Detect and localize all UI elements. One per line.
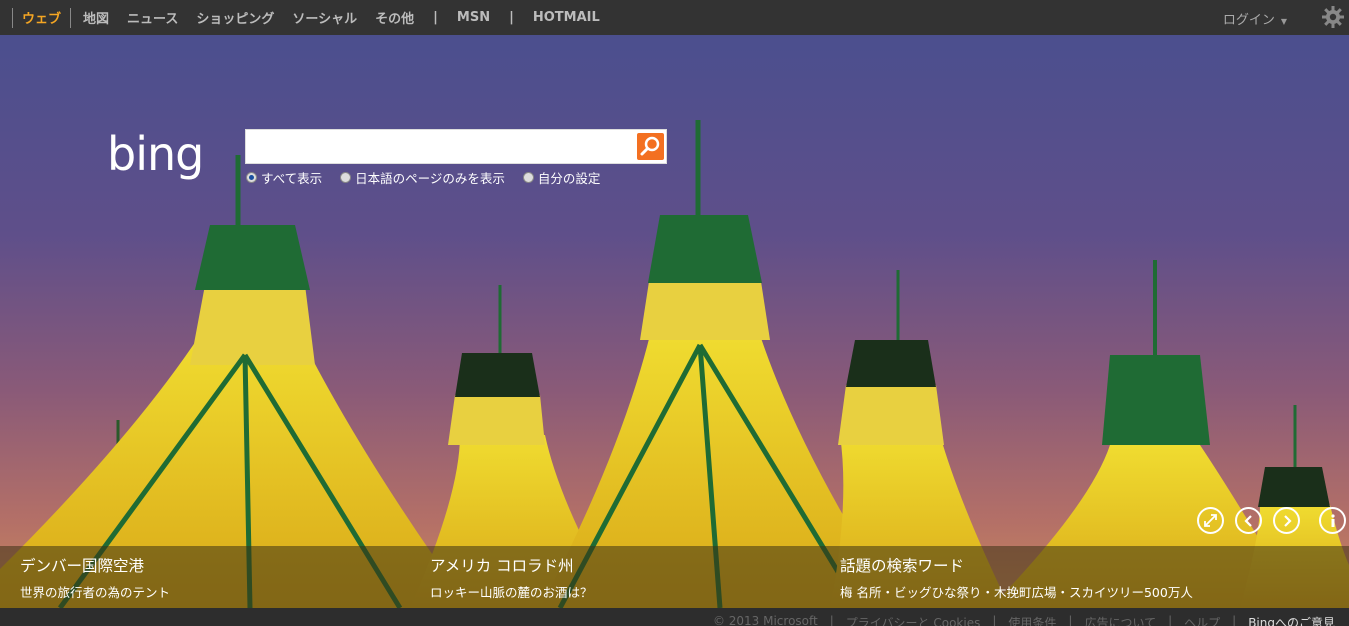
nav-hotmail[interactable]: HOTMAIL [524, 10, 609, 25]
footer-divider: | [992, 614, 997, 626]
caption-subtitle: 世界の旅行者の為のテント [20, 585, 171, 600]
footer-divider: | [829, 614, 834, 626]
copyright-text: © 2013 Microsoft [712, 614, 818, 626]
feedback-link[interactable]: Bingへのご意見 [1248, 614, 1335, 626]
radio[interactable] [340, 172, 352, 183]
option-all[interactable]: すべて表示 [246, 168, 322, 187]
caption-2[interactable]: アメリカ コロラド州 ロッキー山脈の麓のお酒は？ [430, 554, 593, 601]
caption-title: デンバー国際空港 [20, 557, 145, 575]
login-link[interactable]: ログイン ▼ [1223, 9, 1287, 28]
chevron-left-icon[interactable] [1235, 507, 1262, 534]
nav-news[interactable]: ニュース [118, 8, 187, 27]
option-my-settings[interactable]: 自分の設定 [522, 168, 601, 187]
nav-shopping[interactable]: ショッピング [187, 8, 283, 27]
caption-3[interactable]: 話題の検索ワード 梅 名所・ビッグひな祭り・木挽町広場・スカイツリー500万人 [840, 554, 1193, 601]
radio[interactable] [522, 172, 534, 183]
terms-link[interactable]: 使用条件 [1008, 614, 1056, 626]
search-scope-options: すべて表示 日本語のページのみを表示 自分の設定 [246, 168, 600, 187]
nav-web[interactable]: ウェブ [13, 8, 70, 27]
caption-subtitle: 梅 名所・ビッグひな祭り・木挽町広場・スカイツリー500万人 [840, 585, 1193, 600]
advertise-link[interactable]: 広告について [1084, 614, 1156, 626]
nav-msn[interactable]: MSN [448, 10, 499, 25]
expand-icon[interactable] [1197, 507, 1224, 534]
footer-divider: | [1168, 614, 1173, 626]
caption-title: アメリカ コロラド州 [430, 557, 574, 575]
nav-more[interactable]: その他 [366, 8, 423, 27]
option-label: 自分の設定 [537, 171, 601, 186]
caret-down-icon: ▼ [1280, 17, 1287, 26]
footer-divider: | [1068, 614, 1073, 626]
radio-selected[interactable] [246, 172, 257, 183]
search-icon [640, 136, 660, 156]
caption-band: デンバー国際空港 世界の旅行者の為のテント アメリカ コロラド州 ロッキー山脈の… [0, 546, 1349, 608]
option-japanese-only[interactable]: 日本語のページのみを表示 [340, 168, 505, 187]
caption-title: 話題の検索ワード [840, 557, 965, 575]
info-icon[interactable] [1319, 507, 1346, 534]
nav-pipe: | [509, 10, 514, 25]
nav-social[interactable]: ソーシャル [283, 8, 366, 27]
search-button[interactable] [637, 133, 664, 160]
chevron-right-icon[interactable] [1273, 507, 1300, 534]
privacy-link[interactable]: プライバシーと Cookies [846, 614, 981, 626]
option-label: すべて表示 [261, 171, 323, 186]
nav-pipe: | [433, 10, 438, 25]
caption-1[interactable]: デンバー国際空港 世界の旅行者の為のテント [20, 554, 170, 601]
bing-logo[interactable]: bing [107, 127, 204, 181]
airport-tents-image [0, 120, 1349, 608]
footer: © 2013 Microsoft | プライバシーと Cookies | 使用条… [0, 608, 1349, 626]
hero-background: bing すべて表示 日本語のページのみを表示 自分の設定 デンバー国際空港 世… [0, 35, 1349, 608]
caption-subtitle: ロッキー山脈の麓のお酒は？ [430, 585, 593, 600]
help-link[interactable]: ヘルプ [1184, 614, 1220, 626]
login-label: ログイン [1222, 13, 1275, 28]
gear-icon[interactable] [1321, 5, 1345, 29]
footer-divider: | [1232, 614, 1237, 626]
search-input[interactable] [246, 130, 631, 163]
top-nav: ウェブ 地図 ニュース ショッピング ソーシャル その他 | MSN | HOT… [0, 0, 1349, 35]
logo-text: bing [107, 127, 204, 181]
option-label: 日本語のページのみを表示 [355, 171, 505, 186]
search-box [245, 129, 667, 164]
nav-maps[interactable]: 地図 [71, 8, 118, 27]
